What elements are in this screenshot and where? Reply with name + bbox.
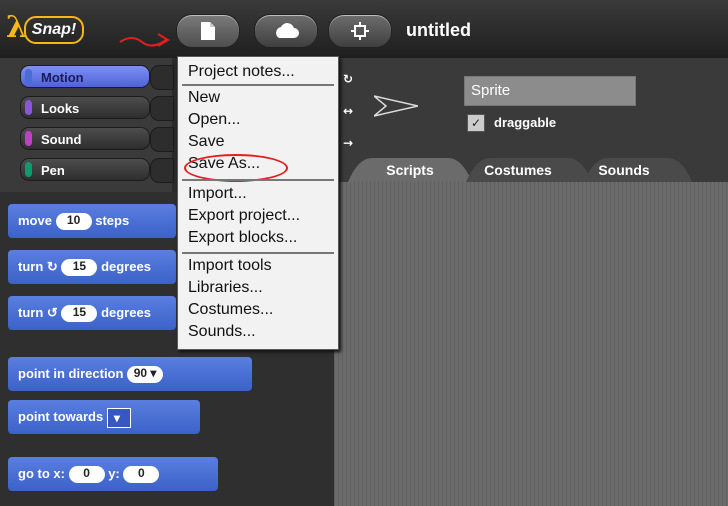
category-sensing[interactable] — [150, 96, 174, 121]
block-text: point towards — [18, 409, 104, 424]
menu-item-export-blocks[interactable]: Export blocks... — [188, 229, 297, 247]
sprite-name-field[interactable]: Sprite — [464, 76, 636, 106]
rotate-clockwise-icon: ↻ — [46, 259, 58, 274]
block-text: y: — [108, 466, 120, 481]
settings-button[interactable] — [328, 14, 392, 48]
turn-clockwise-block[interactable]: turn ↻ 15 degrees — [8, 250, 176, 284]
top-bar: λ Snap! untitled — [0, 0, 728, 58]
file-menu-button[interactable] — [176, 14, 240, 48]
looks-swatch-icon — [25, 100, 32, 115]
menu-item-new[interactable]: New — [188, 89, 220, 107]
category-label: Sound — [41, 132, 82, 147]
gear-icon — [351, 22, 369, 40]
direction-value: 90 — [133, 366, 148, 381]
menu-item-save-as[interactable]: Save As... — [188, 155, 260, 173]
category-sound[interactable]: Sound — [20, 127, 150, 150]
draggable-checkbox[interactable]: ✓ — [467, 114, 485, 132]
menu-item-open[interactable]: Open... — [188, 111, 240, 129]
steps-input[interactable]: 10 — [55, 213, 92, 231]
category-pen[interactable]: Pen — [20, 158, 150, 181]
sprite-bar: ↻ ↔ → Sprite ✓ draggable Scripts Costume… — [334, 58, 728, 182]
category-label: Looks — [41, 101, 80, 116]
menu-item-libraries[interactable]: Libraries... — [188, 279, 263, 297]
block-text: point in direction — [18, 366, 124, 381]
snap-logo[interactable]: λ Snap! — [6, 10, 84, 45]
direction-input[interactable]: 90 ▾ — [127, 366, 164, 384]
block-text: turn — [18, 259, 44, 274]
block-text: turn — [18, 305, 44, 320]
red-arrow-annotation-icon — [119, 33, 170, 47]
sprite-arrow-icon — [374, 95, 418, 117]
cloud-icon — [276, 23, 299, 38]
category-selector: Motion Looks Sound Pen — [0, 58, 174, 192]
tab-sounds[interactable]: Sounds — [586, 158, 662, 182]
pen-swatch-icon — [25, 162, 32, 177]
turn-counterclockwise-block[interactable]: turn ↺ 15 degrees — [8, 296, 176, 330]
menu-separator — [182, 179, 334, 181]
file-menu: Project notes... New Open... Save Save A… — [177, 56, 339, 350]
go-to-xy-block[interactable]: go to x: 0 y: 0 — [8, 457, 218, 491]
menu-item-import[interactable]: Import... — [188, 185, 247, 203]
menu-item-export-project[interactable]: Export project... — [188, 207, 300, 225]
category-label: Motion — [41, 70, 84, 85]
motion-swatch-icon — [25, 69, 32, 84]
category-control[interactable] — [150, 65, 174, 90]
rotation-style-flip-icon[interactable]: ↔ — [340, 104, 356, 120]
menu-separator — [182, 252, 334, 254]
menu-separator — [182, 84, 334, 86]
move-block[interactable]: move 10 steps — [8, 204, 176, 238]
x-input[interactable]: 0 — [68, 466, 105, 484]
dropdown-arrow-icon: ▾ — [113, 410, 120, 425]
menu-item-import-tools[interactable]: Import tools — [188, 257, 272, 275]
category-label: Pen — [41, 163, 65, 178]
tab-scripts[interactable]: Scripts — [368, 158, 452, 182]
rotation-style-rotate-icon[interactable]: ↻ — [340, 72, 356, 88]
point-towards-block[interactable]: point towards ▾ — [8, 400, 200, 434]
towards-dropdown[interactable]: ▾ — [106, 407, 131, 428]
block-text: degrees — [101, 305, 151, 320]
category-variables[interactable] — [150, 158, 174, 183]
category-motion[interactable]: Motion — [20, 65, 150, 88]
file-icon — [201, 22, 215, 40]
y-input[interactable]: 0 — [123, 466, 160, 484]
menu-item-sounds[interactable]: Sounds... — [188, 323, 256, 341]
degrees-input[interactable]: 15 — [61, 305, 98, 323]
block-text: move — [18, 213, 52, 228]
sound-swatch-icon — [25, 131, 32, 146]
logo-text: Snap! — [24, 16, 84, 44]
category-operators[interactable] — [150, 127, 174, 152]
point-in-direction-block[interactable]: point in direction 90 ▾ — [8, 357, 252, 391]
category-looks[interactable]: Looks — [20, 96, 150, 119]
rotate-counterclockwise-icon: ↺ — [46, 305, 58, 320]
menu-item-save[interactable]: Save — [188, 133, 224, 151]
scripting-area[interactable] — [334, 182, 728, 506]
degrees-input[interactable]: 15 — [61, 259, 98, 277]
block-text: steps — [95, 213, 130, 228]
tab-costumes[interactable]: Costumes — [470, 158, 566, 182]
menu-item-costumes[interactable]: Costumes... — [188, 301, 273, 319]
block-text: go to x: — [18, 466, 65, 481]
draggable-label: draggable — [494, 115, 557, 130]
block-text: degrees — [101, 259, 151, 274]
cloud-button[interactable] — [254, 14, 318, 48]
menu-item-project-notes[interactable]: Project notes... — [188, 63, 295, 81]
project-title: untitled — [406, 20, 471, 40]
rotation-style-none-icon[interactable]: → — [340, 136, 356, 152]
